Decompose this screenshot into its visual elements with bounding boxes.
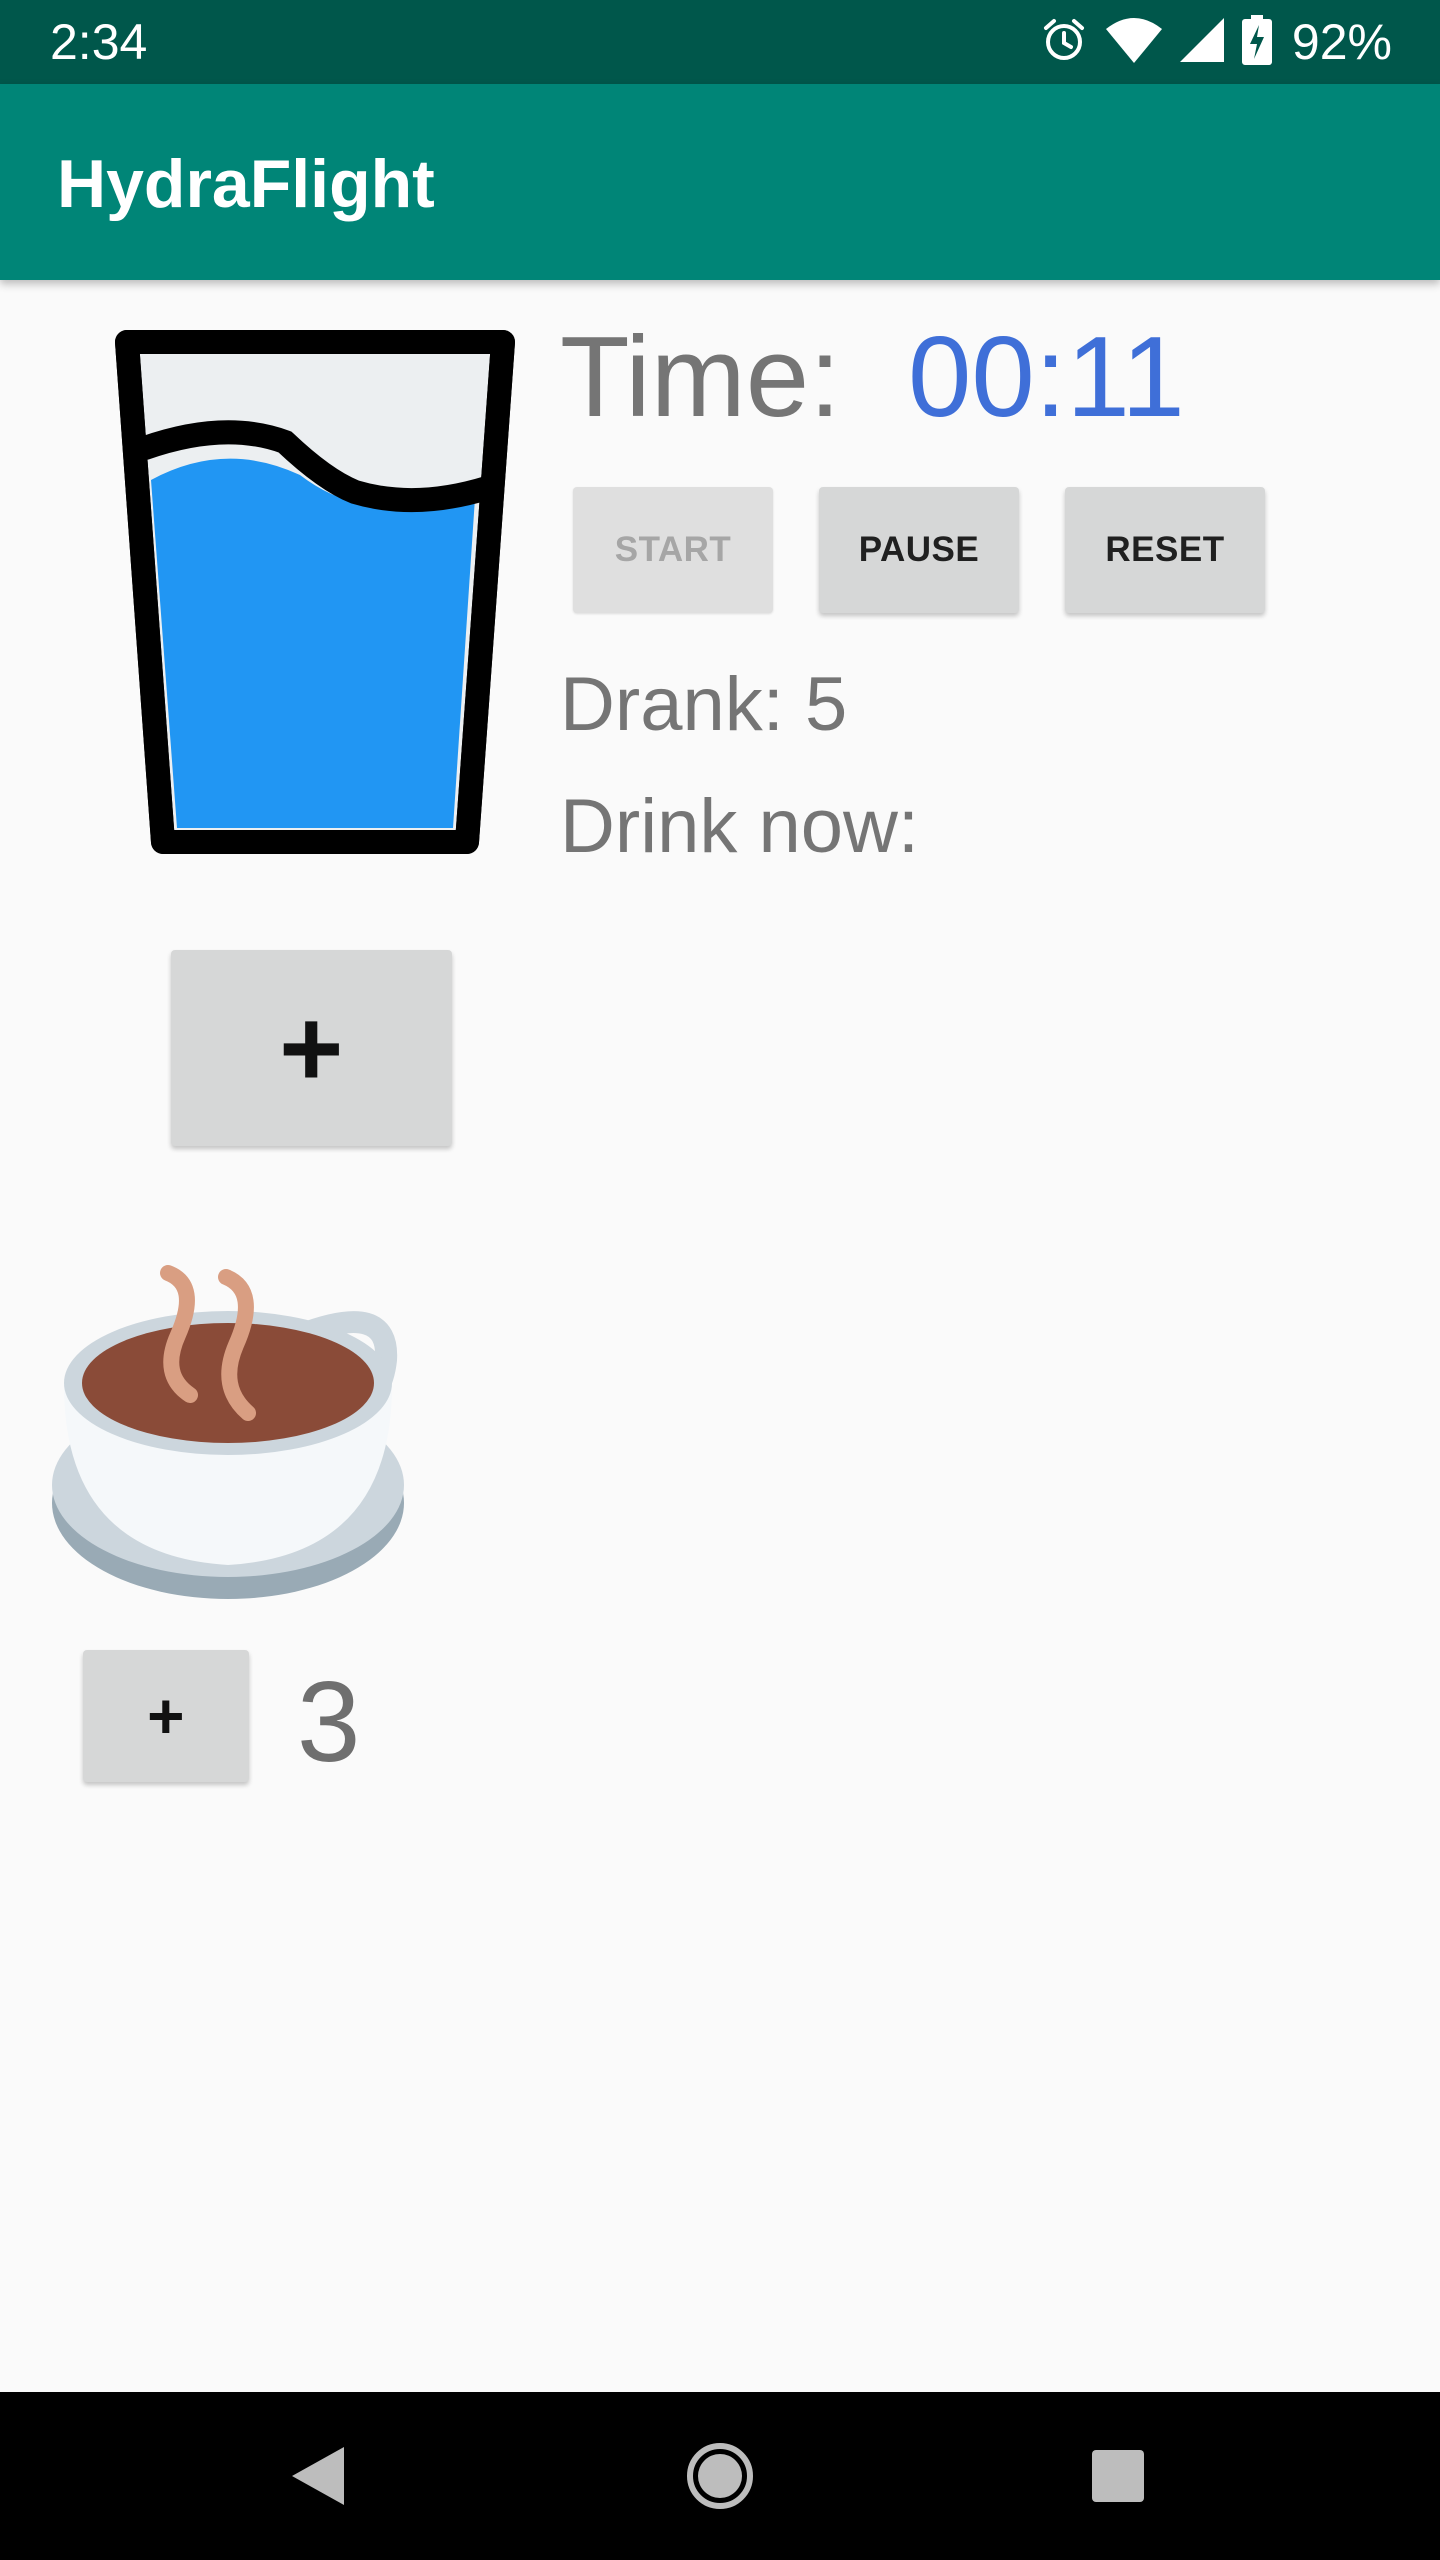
drink-now-text: Drink now: [560, 784, 919, 869]
water-glass-icon [115, 330, 515, 860]
battery-charging-icon [1241, 14, 1272, 70]
coffee-cup-icon [50, 1255, 410, 1615]
status-icons: 92% [1040, 14, 1392, 70]
pause-button[interactable]: PAUSE [819, 487, 1019, 613]
reset-button[interactable]: RESET [1065, 487, 1265, 613]
navigation-bar [0, 2392, 1440, 2560]
app-bar: HydraFlight [0, 84, 1440, 280]
time-value: 00:11 [908, 314, 1185, 441]
recents-icon[interactable] [1076, 2434, 1160, 2518]
status-bar: 2:34 92% [0, 0, 1440, 84]
alarm-icon [1040, 16, 1088, 69]
wifi-icon [1105, 17, 1162, 68]
add-coffee-button[interactable]: + [83, 1650, 249, 1782]
status-time: 2:34 [50, 14, 148, 70]
time-label: Time: [560, 314, 841, 441]
signal-icon [1179, 17, 1224, 67]
battery-percent: 92% [1291, 14, 1392, 70]
home-icon[interactable] [678, 2434, 762, 2518]
back-icon[interactable] [276, 2434, 360, 2518]
start-button[interactable]: START [573, 487, 773, 613]
drank-count-text: Drank: 5 [560, 662, 848, 747]
app-title: HydraFlight [57, 146, 435, 222]
coffee-count: 3 [297, 1659, 361, 1786]
screen: 2:34 92% HydraFlight Time: 00:11 START P… [0, 0, 1440, 2560]
add-water-button[interactable]: + [171, 950, 452, 1146]
